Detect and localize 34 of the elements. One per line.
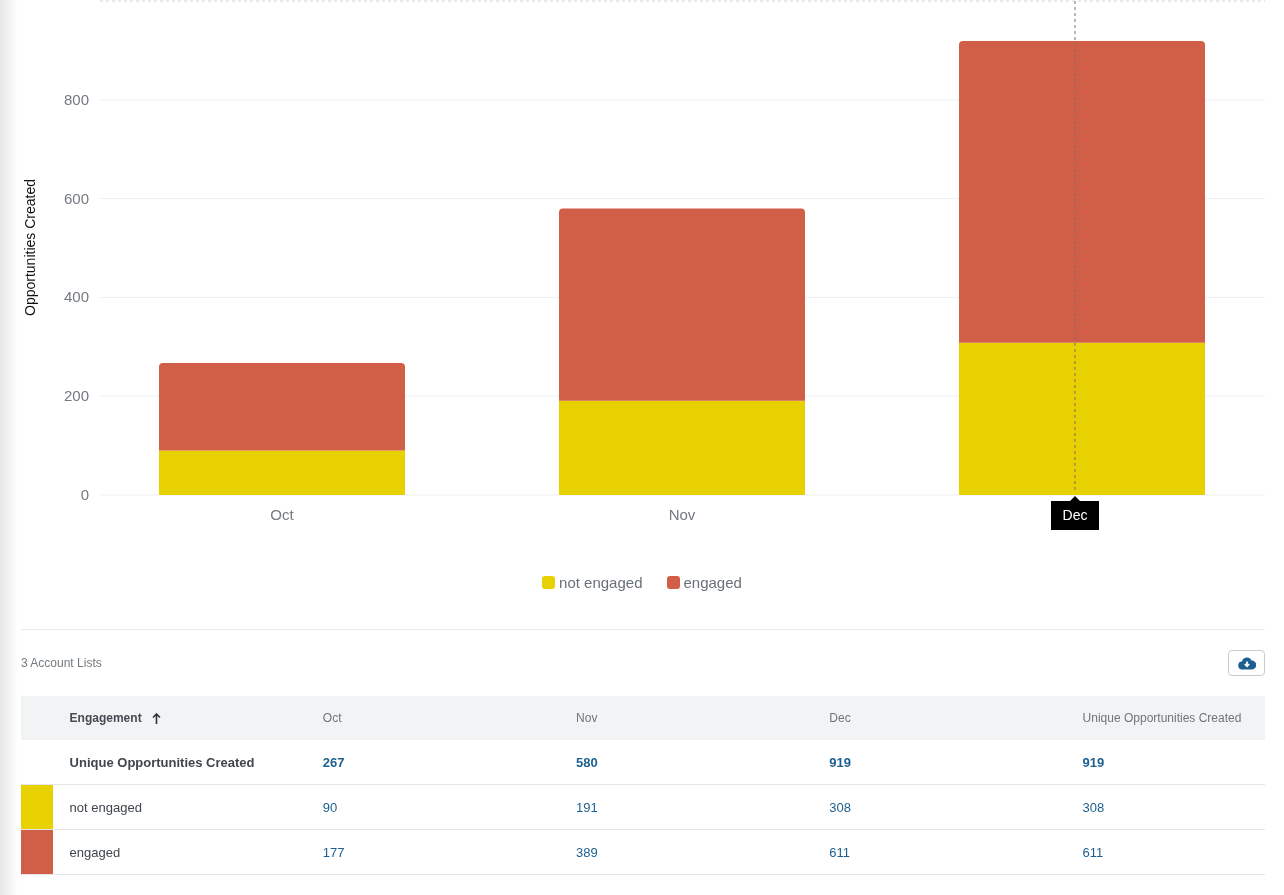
row-label: Unique Opportunities Created <box>69 754 255 770</box>
x-tick-label: Dec <box>1062 507 1088 523</box>
column-header[interactable]: Oct <box>322 711 342 725</box>
table-value: 611 <box>829 844 851 860</box>
axis-tooltip: Dec <box>1051 496 1099 530</box>
table-value: 90 <box>322 799 338 815</box>
table-value: 919 <box>1082 754 1105 770</box>
legend-label[interactable]: not engaged <box>559 573 643 591</box>
axis-title: Opportunities Created <box>22 179 38 316</box>
axis-tick-label: Oct <box>270 506 294 523</box>
legend-label[interactable]: engaged <box>683 573 742 591</box>
table-value: 177 <box>322 844 345 860</box>
row-label: engaged <box>69 844 121 860</box>
axis-tick-label: 0 <box>80 486 89 503</box>
column-header[interactable]: Engagement <box>69 711 142 725</box>
table-value: 580 <box>576 754 598 770</box>
table-value: 267 <box>322 754 345 770</box>
table-value: 389 <box>576 844 598 860</box>
download-button[interactable] <box>1228 650 1265 676</box>
axis-tick-label: 200 <box>63 387 89 405</box>
table-caption: 3 Account Lists <box>21 656 102 670</box>
axis-tick-label: 600 <box>63 189 89 207</box>
axis-tick-label: 800 <box>63 90 89 108</box>
table-value: 611 <box>1082 844 1104 860</box>
column-header[interactable]: Nov <box>576 711 598 725</box>
cloud-download-icon <box>1237 656 1256 670</box>
table-value: 308 <box>829 799 852 815</box>
table-value: 191 <box>576 799 598 815</box>
axis-tick-label: 400 <box>63 288 89 306</box>
table-value: 308 <box>1082 799 1105 815</box>
axis-tick-label: Nov <box>668 506 696 523</box>
row-label: not engaged <box>69 799 142 815</box>
table-value: 919 <box>829 754 852 770</box>
column-header[interactable]: Dec <box>829 711 851 725</box>
